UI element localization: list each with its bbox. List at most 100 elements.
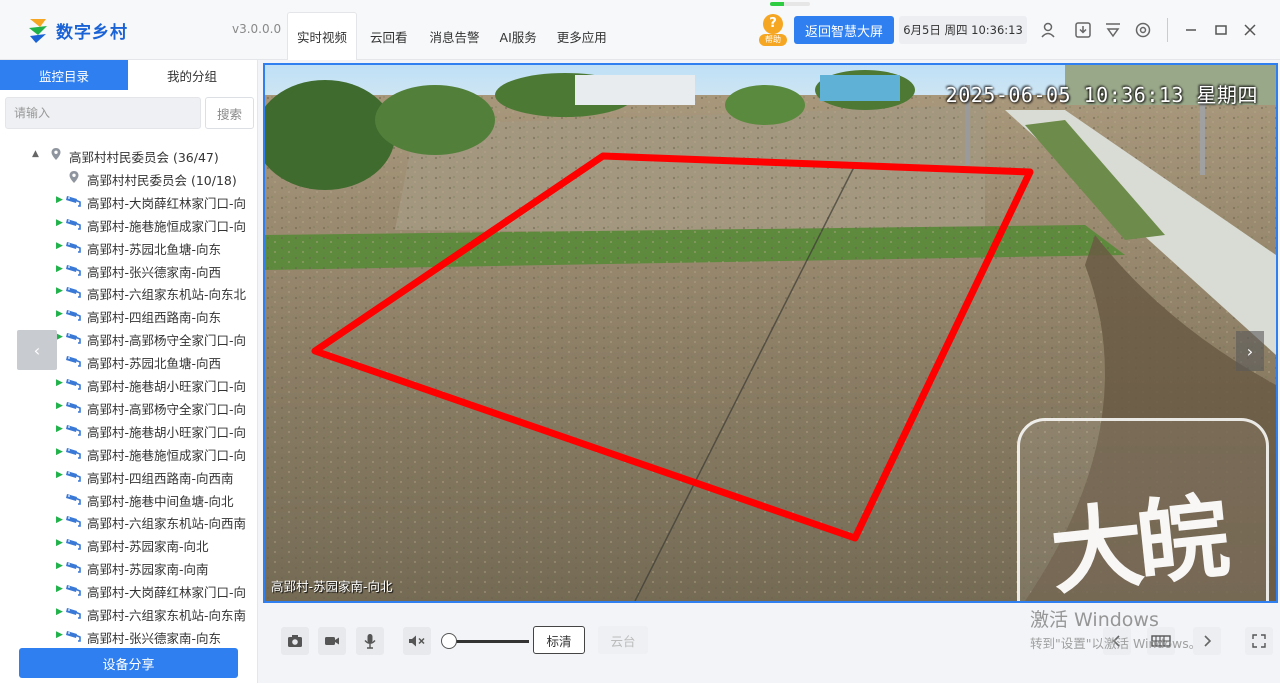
tree-item-label: 高郢村-施巷施恒成家门口-向 bbox=[87, 447, 247, 463]
expand-caret-icon[interactable]: ▶ bbox=[56, 241, 63, 251]
search-button[interactable]: 搜索 bbox=[205, 97, 254, 129]
tree-camera-item[interactable]: ▶ 高郢村-施巷胡小旺家门口-向 bbox=[0, 419, 258, 441]
mute-icon bbox=[409, 635, 425, 647]
tree-camera-item[interactable]: ▶ 高郢村-六组家东机站-向东南 bbox=[0, 602, 258, 624]
camera-icon bbox=[66, 379, 81, 390]
mute-button[interactable] bbox=[403, 627, 431, 655]
tree-item-label: 高郢村-大岗薛红林家门口-向 bbox=[87, 585, 247, 601]
expand-caret-icon[interactable]: ▶ bbox=[56, 195, 63, 205]
expand-caret-icon[interactable]: ▶ bbox=[56, 264, 63, 274]
device-tree: ▲ 高郢村村民委员会 (36/47) 高郢村村民委员会 (10/18) ▶ 高郢村-… bbox=[0, 144, 258, 644]
tree-item-label: 高郢村-六组家东机站-向东北 bbox=[87, 287, 247, 303]
intercom-button[interactable] bbox=[356, 627, 384, 655]
tree-item-label: 高郢村-高郢杨守全家门口-向 bbox=[87, 401, 247, 417]
camera-icon bbox=[66, 356, 81, 367]
tree-camera-item[interactable]: ▶ 高郢村-大岗薛红林家门口-向 bbox=[0, 190, 258, 212]
app-logo-icon bbox=[29, 19, 47, 43]
minimize-icon[interactable] bbox=[1180, 19, 1202, 41]
app-title: 数字乡村 bbox=[56, 23, 128, 43]
tree-camera-item[interactable]: ▶ 高郢村-六组家东机站-向东北 bbox=[0, 281, 258, 303]
tree-camera-item[interactable]: ▶ 高郢村-大岗薛红林家门口-向 bbox=[0, 579, 258, 601]
tree-group[interactable]: 高郢村村民委员会 (10/18) bbox=[0, 167, 258, 189]
tab-my-groups[interactable]: 我的分组 bbox=[128, 60, 256, 90]
volume-slider-knob[interactable] bbox=[441, 633, 457, 649]
osd-camera-name: 高郢村-苏园家南-向北 bbox=[271, 579, 393, 594]
app-header: 数字乡村 v3.0.0.0 实时视频 云回看 消息告警 AI服务 更多应用 ? … bbox=[0, 0, 1280, 60]
expand-caret-icon[interactable]: ▶ bbox=[56, 401, 63, 411]
tree-camera-item[interactable]: ▶ 高郢村-高郢杨守全家门口-向 bbox=[0, 396, 258, 418]
stream-quality-button[interactable]: 标清 bbox=[533, 626, 585, 654]
expand-caret-icon[interactable]: ▶ bbox=[56, 424, 63, 434]
tree-camera-item[interactable]: ▶ 高郢村-苏园北鱼塘-向东 bbox=[0, 236, 258, 258]
location-pin-icon bbox=[69, 170, 79, 183]
tree-camera-item[interactable]: ▶ 高郢村-施巷胡小旺家门口-向 bbox=[0, 373, 258, 395]
prev-arrow-icon[interactable]: ‹ bbox=[17, 330, 57, 370]
tree-camera-item[interactable]: 高郢村-施巷中间鱼塘-向北 bbox=[0, 488, 258, 510]
help-button[interactable]: ? 帮助 bbox=[759, 14, 787, 46]
nav-cloud-playback[interactable]: 云回看 bbox=[361, 12, 417, 60]
header-separator bbox=[1167, 18, 1168, 42]
device-share-button[interactable]: 设备分享 bbox=[19, 648, 238, 678]
snapshot-button[interactable] bbox=[281, 627, 309, 655]
ptz-button[interactable]: 云台 bbox=[598, 626, 648, 654]
user-icon[interactable] bbox=[1037, 19, 1059, 41]
tree-camera-item[interactable]: ▶ 高郢村-四组西路南-向东 bbox=[0, 304, 258, 326]
expand-caret-icon[interactable]: ▶ bbox=[56, 630, 63, 640]
expand-caret-icon[interactable]: ▶ bbox=[56, 332, 63, 342]
next-arrow-icon[interactable]: › bbox=[1236, 331, 1264, 371]
return-dashboard-button[interactable]: 返回智慧大屏 bbox=[794, 16, 894, 44]
tree-camera-item[interactable]: ▶ 高郢村-张兴德家南-向东 bbox=[0, 625, 258, 644]
camera-icon bbox=[66, 424, 81, 436]
fullscreen-icon[interactable] bbox=[1245, 627, 1273, 655]
tree-item-label: 高郢村-六组家东机站-向西南 bbox=[87, 516, 247, 532]
nav-message-alerts[interactable]: 消息告警 bbox=[421, 12, 489, 60]
expand-caret-icon[interactable]: ▶ bbox=[56, 447, 63, 457]
tree-item-label: 高郢村-高郢杨守全家门口-向 bbox=[87, 333, 247, 349]
maximize-icon[interactable] bbox=[1210, 19, 1232, 41]
expand-caret-icon[interactable]: ▶ bbox=[56, 470, 63, 480]
help-label: 帮助 bbox=[759, 34, 787, 46]
expand-caret-icon[interactable]: ▶ bbox=[56, 584, 63, 594]
camera-icon bbox=[66, 630, 81, 642]
expand-caret-icon[interactable]: ▶ bbox=[56, 286, 63, 296]
tree-camera-item[interactable]: ▶ 高郢村-苏园家南-向南 bbox=[0, 556, 258, 578]
download-icon[interactable] bbox=[1072, 19, 1094, 41]
tree-item-label: 高郢村-张兴德家南-向东 bbox=[87, 630, 222, 644]
camera-icon bbox=[66, 539, 81, 551]
camera-icon bbox=[66, 516, 81, 528]
tree-camera-item[interactable]: ▶ 高郢村-四组西路南-向西南 bbox=[0, 465, 258, 487]
search-input[interactable]: 请输入 bbox=[5, 97, 201, 129]
tree-camera-item[interactable]: ▶ 高郢村-施巷施恒成家门口-向 bbox=[0, 213, 258, 235]
volume-slider-track[interactable] bbox=[449, 640, 529, 643]
tree-item-label: 高郢村-施巷中间鱼塘-向北 bbox=[87, 493, 234, 509]
tree-camera-item[interactable]: ▶ 高郢村-张兴德家南-向西 bbox=[0, 259, 258, 281]
expand-caret-icon[interactable]: ▶ bbox=[56, 218, 63, 228]
location-pin-icon bbox=[51, 148, 61, 160]
tree-camera-item[interactable]: ▶ 高郢村-六组家东机站-向西南 bbox=[0, 510, 258, 532]
video-player[interactable]: 2025-06-05 10:36:13 星期四 高郢村-苏园家南-向北 › 大皖 bbox=[263, 63, 1278, 603]
tree-item-label: 高郢村-施巷施恒成家门口-向 bbox=[87, 218, 247, 234]
settings-icon[interactable] bbox=[1132, 19, 1154, 41]
collapse-caret-icon[interactable]: ▲ bbox=[32, 149, 39, 159]
expand-caret-icon[interactable]: ▶ bbox=[56, 538, 63, 548]
expand-caret-icon[interactable]: ▶ bbox=[56, 515, 63, 525]
nav-realtime-video[interactable]: 实时视频 bbox=[287, 12, 358, 60]
news-watermark-logo: 大皖 bbox=[1017, 418, 1269, 601]
nav-ai-service[interactable]: AI服务 bbox=[491, 12, 546, 60]
expand-caret-icon[interactable]: ▶ bbox=[56, 309, 63, 319]
expand-caret-icon[interactable]: ▶ bbox=[56, 561, 63, 571]
snapshot-icon bbox=[288, 635, 302, 647]
tree-root[interactable]: ▲ 高郢村村民委员会 (36/47) bbox=[0, 144, 258, 166]
help-icon: ? bbox=[763, 14, 783, 34]
record-button[interactable] bbox=[318, 627, 346, 655]
camera-icon bbox=[66, 241, 81, 253]
nav-more-apps[interactable]: 更多应用 bbox=[548, 12, 616, 60]
close-icon[interactable] bbox=[1239, 19, 1261, 41]
tab-monitor-directory[interactable]: 监控目录 bbox=[0, 60, 128, 90]
tree-camera-item[interactable]: ▶ 高郢村-施巷施恒成家门口-向 bbox=[0, 442, 258, 464]
camera-icon bbox=[66, 493, 81, 505]
expand-caret-icon[interactable]: ▶ bbox=[56, 378, 63, 388]
tree-camera-item[interactable]: ▶ 高郢村-苏园家南-向北 bbox=[0, 533, 258, 555]
filter-icon[interactable] bbox=[1102, 19, 1124, 41]
expand-caret-icon[interactable]: ▶ bbox=[56, 607, 63, 617]
